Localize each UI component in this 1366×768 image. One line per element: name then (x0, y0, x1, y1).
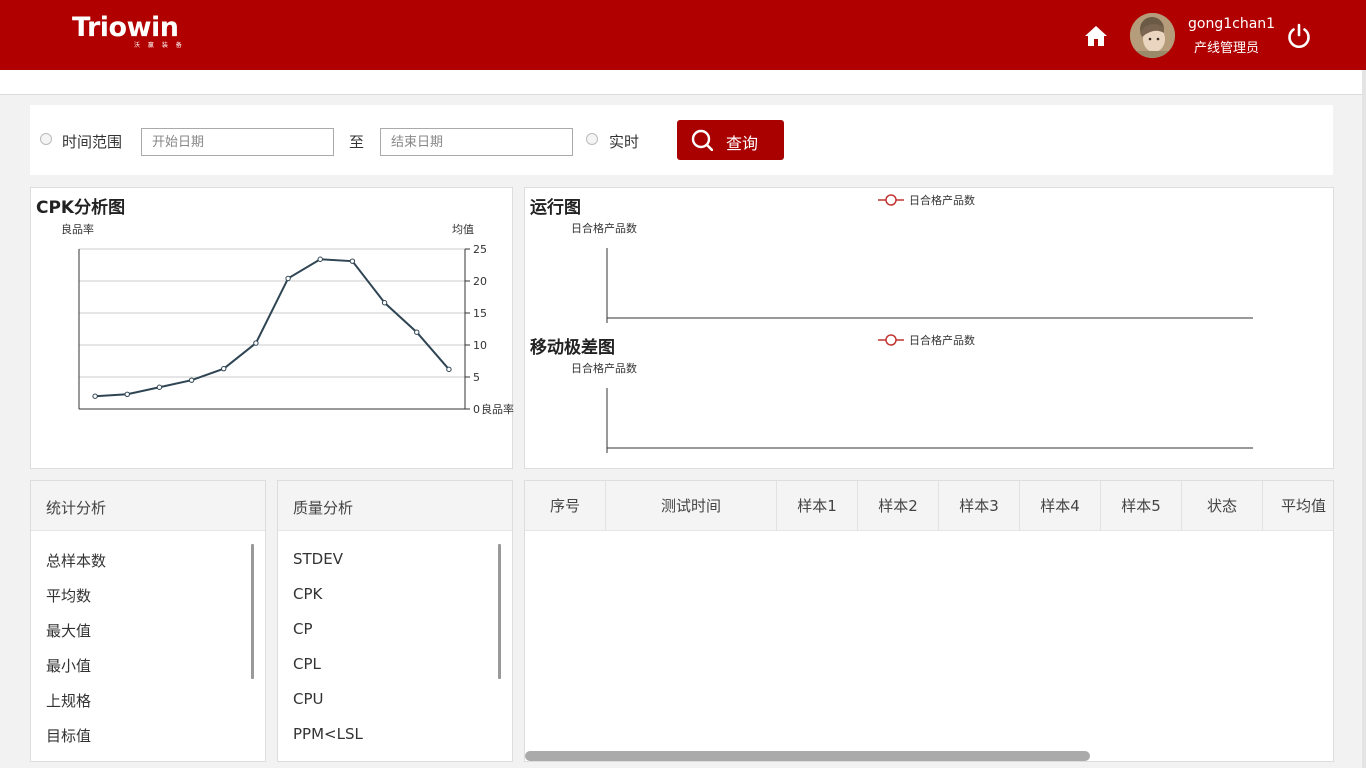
cpk-chart-panel: CPK分析图 良品率 均值 0 5 10 15 20 25 良品率 (30, 187, 514, 469)
quality-scrollbar[interactable] (498, 544, 501, 679)
stats-item-max[interactable]: 最大值 (46, 620, 91, 641)
table-horizontal-scrollbar[interactable] (525, 751, 1090, 761)
col-test-time[interactable]: 测试时间 (606, 481, 777, 531)
time-range-radio[interactable] (40, 133, 52, 145)
cpk-right-axis-end-label: 良品率 (481, 402, 514, 416)
data-table: 序号 测试时间 样本1 样本2 样本3 样本4 样本5 状态 平均值 (524, 480, 1334, 762)
query-button[interactable]: 查询 (677, 120, 784, 160)
col-index[interactable]: 序号 (525, 481, 606, 531)
cpk-series-line (95, 258, 450, 398)
col-sample-1[interactable]: 样本1 (777, 481, 858, 531)
quality-item-cpu[interactable]: CPU (293, 690, 324, 708)
realtime-radio[interactable] (586, 133, 598, 145)
stats-item-target[interactable]: 目标值 (46, 725, 91, 746)
cpk-data-point (156, 384, 163, 390)
quality-item-cp[interactable]: CP (293, 620, 313, 638)
stats-item-usl[interactable]: 上规格 (46, 690, 91, 711)
col-sample-4[interactable]: 样本4 (1020, 481, 1101, 531)
quality-item-cpl[interactable]: CPL (293, 655, 321, 673)
cpk-data-point (349, 258, 356, 264)
cpk-data-point (446, 366, 452, 373)
search-icon (691, 129, 713, 151)
cpk-tick-label: 10 (473, 339, 487, 352)
cpk-data-point (317, 256, 323, 262)
sub-header-strip (0, 70, 1362, 95)
col-sample-5[interactable]: 样本5 (1101, 481, 1182, 531)
logo: Triowin (72, 12, 179, 43)
cpk-data-point (414, 329, 420, 335)
col-status[interactable]: 状态 (1182, 481, 1263, 531)
cpk-tick-label: 0 (473, 403, 480, 416)
cpk-tick-label: 5 (473, 371, 480, 384)
mr-chart-axes (606, 388, 1253, 453)
home-icon[interactable] (1084, 24, 1108, 48)
cpk-data-point (124, 391, 130, 397)
quality-item-stdev[interactable]: STDEV (293, 550, 343, 568)
user-role: 产线管理员 (1194, 41, 1260, 56)
cpk-data-point (253, 340, 259, 346)
query-button-label: 查询 (726, 134, 759, 153)
to-label: 至 (349, 133, 365, 151)
stats-panel-title: 统计分析 (31, 481, 265, 531)
cpk-data-point (221, 365, 227, 372)
user-name: gong1chan1 (1188, 16, 1276, 32)
quality-panel: 质量分析 STDEV CPK CP CPL CPU PPM<LSL (277, 480, 513, 762)
end-date-input[interactable] (380, 128, 573, 156)
realtime-label: 实时 (609, 133, 640, 151)
stats-item-total[interactable]: 总样本数 (46, 550, 106, 571)
quality-item-cpk[interactable]: CPK (293, 585, 322, 603)
avatar[interactable] (1130, 13, 1175, 58)
top-header: Triowin 沃 赢 装 备 gong1chan1 产线管理员 (0, 0, 1366, 70)
col-sample-3[interactable]: 样本3 (939, 481, 1020, 531)
run-chart-panel: 运行图 日合格产品数 日合格产品数 移动极差图 日合格产品数 日合格产品数 (524, 187, 1334, 469)
start-date-input[interactable] (141, 128, 334, 156)
cpk-data-point (381, 300, 388, 306)
logo-subtitle: 沃 赢 装 备 (134, 42, 185, 49)
quality-panel-title: 质量分析 (278, 481, 512, 531)
power-icon[interactable] (1285, 22, 1313, 50)
cpk-data-point (285, 275, 291, 282)
stats-panel: 统计分析 总样本数 平均数 最大值 最小值 上规格 目标值 (30, 480, 266, 762)
filter-bar: 时间范围 至 实时 查询 (30, 105, 1333, 175)
cpk-line-chart: 0 5 10 15 20 25 良品率 (78, 243, 514, 416)
stats-scrollbar[interactable] (251, 544, 254, 679)
cpk-tick-label: 15 (473, 307, 487, 320)
col-sample-2[interactable]: 样本2 (858, 481, 939, 531)
time-range-label: 时间范围 (62, 133, 123, 151)
cpk-data-point (92, 393, 98, 399)
cpk-tick-label: 20 (473, 275, 487, 288)
stats-item-mean[interactable]: 平均数 (46, 585, 91, 606)
cpk-tick-label: 25 (473, 243, 487, 256)
page-scrollbar[interactable] (1362, 70, 1366, 768)
table-header: 序号 测试时间 样本1 样本2 样本3 样本4 样本5 状态 平均值 (525, 481, 1333, 531)
col-average[interactable]: 平均值 (1263, 481, 1333, 531)
quality-item-ppm-lsl[interactable]: PPM<LSL (293, 725, 363, 743)
cpk-data-point (188, 377, 195, 383)
stats-item-min[interactable]: 最小值 (46, 655, 91, 676)
